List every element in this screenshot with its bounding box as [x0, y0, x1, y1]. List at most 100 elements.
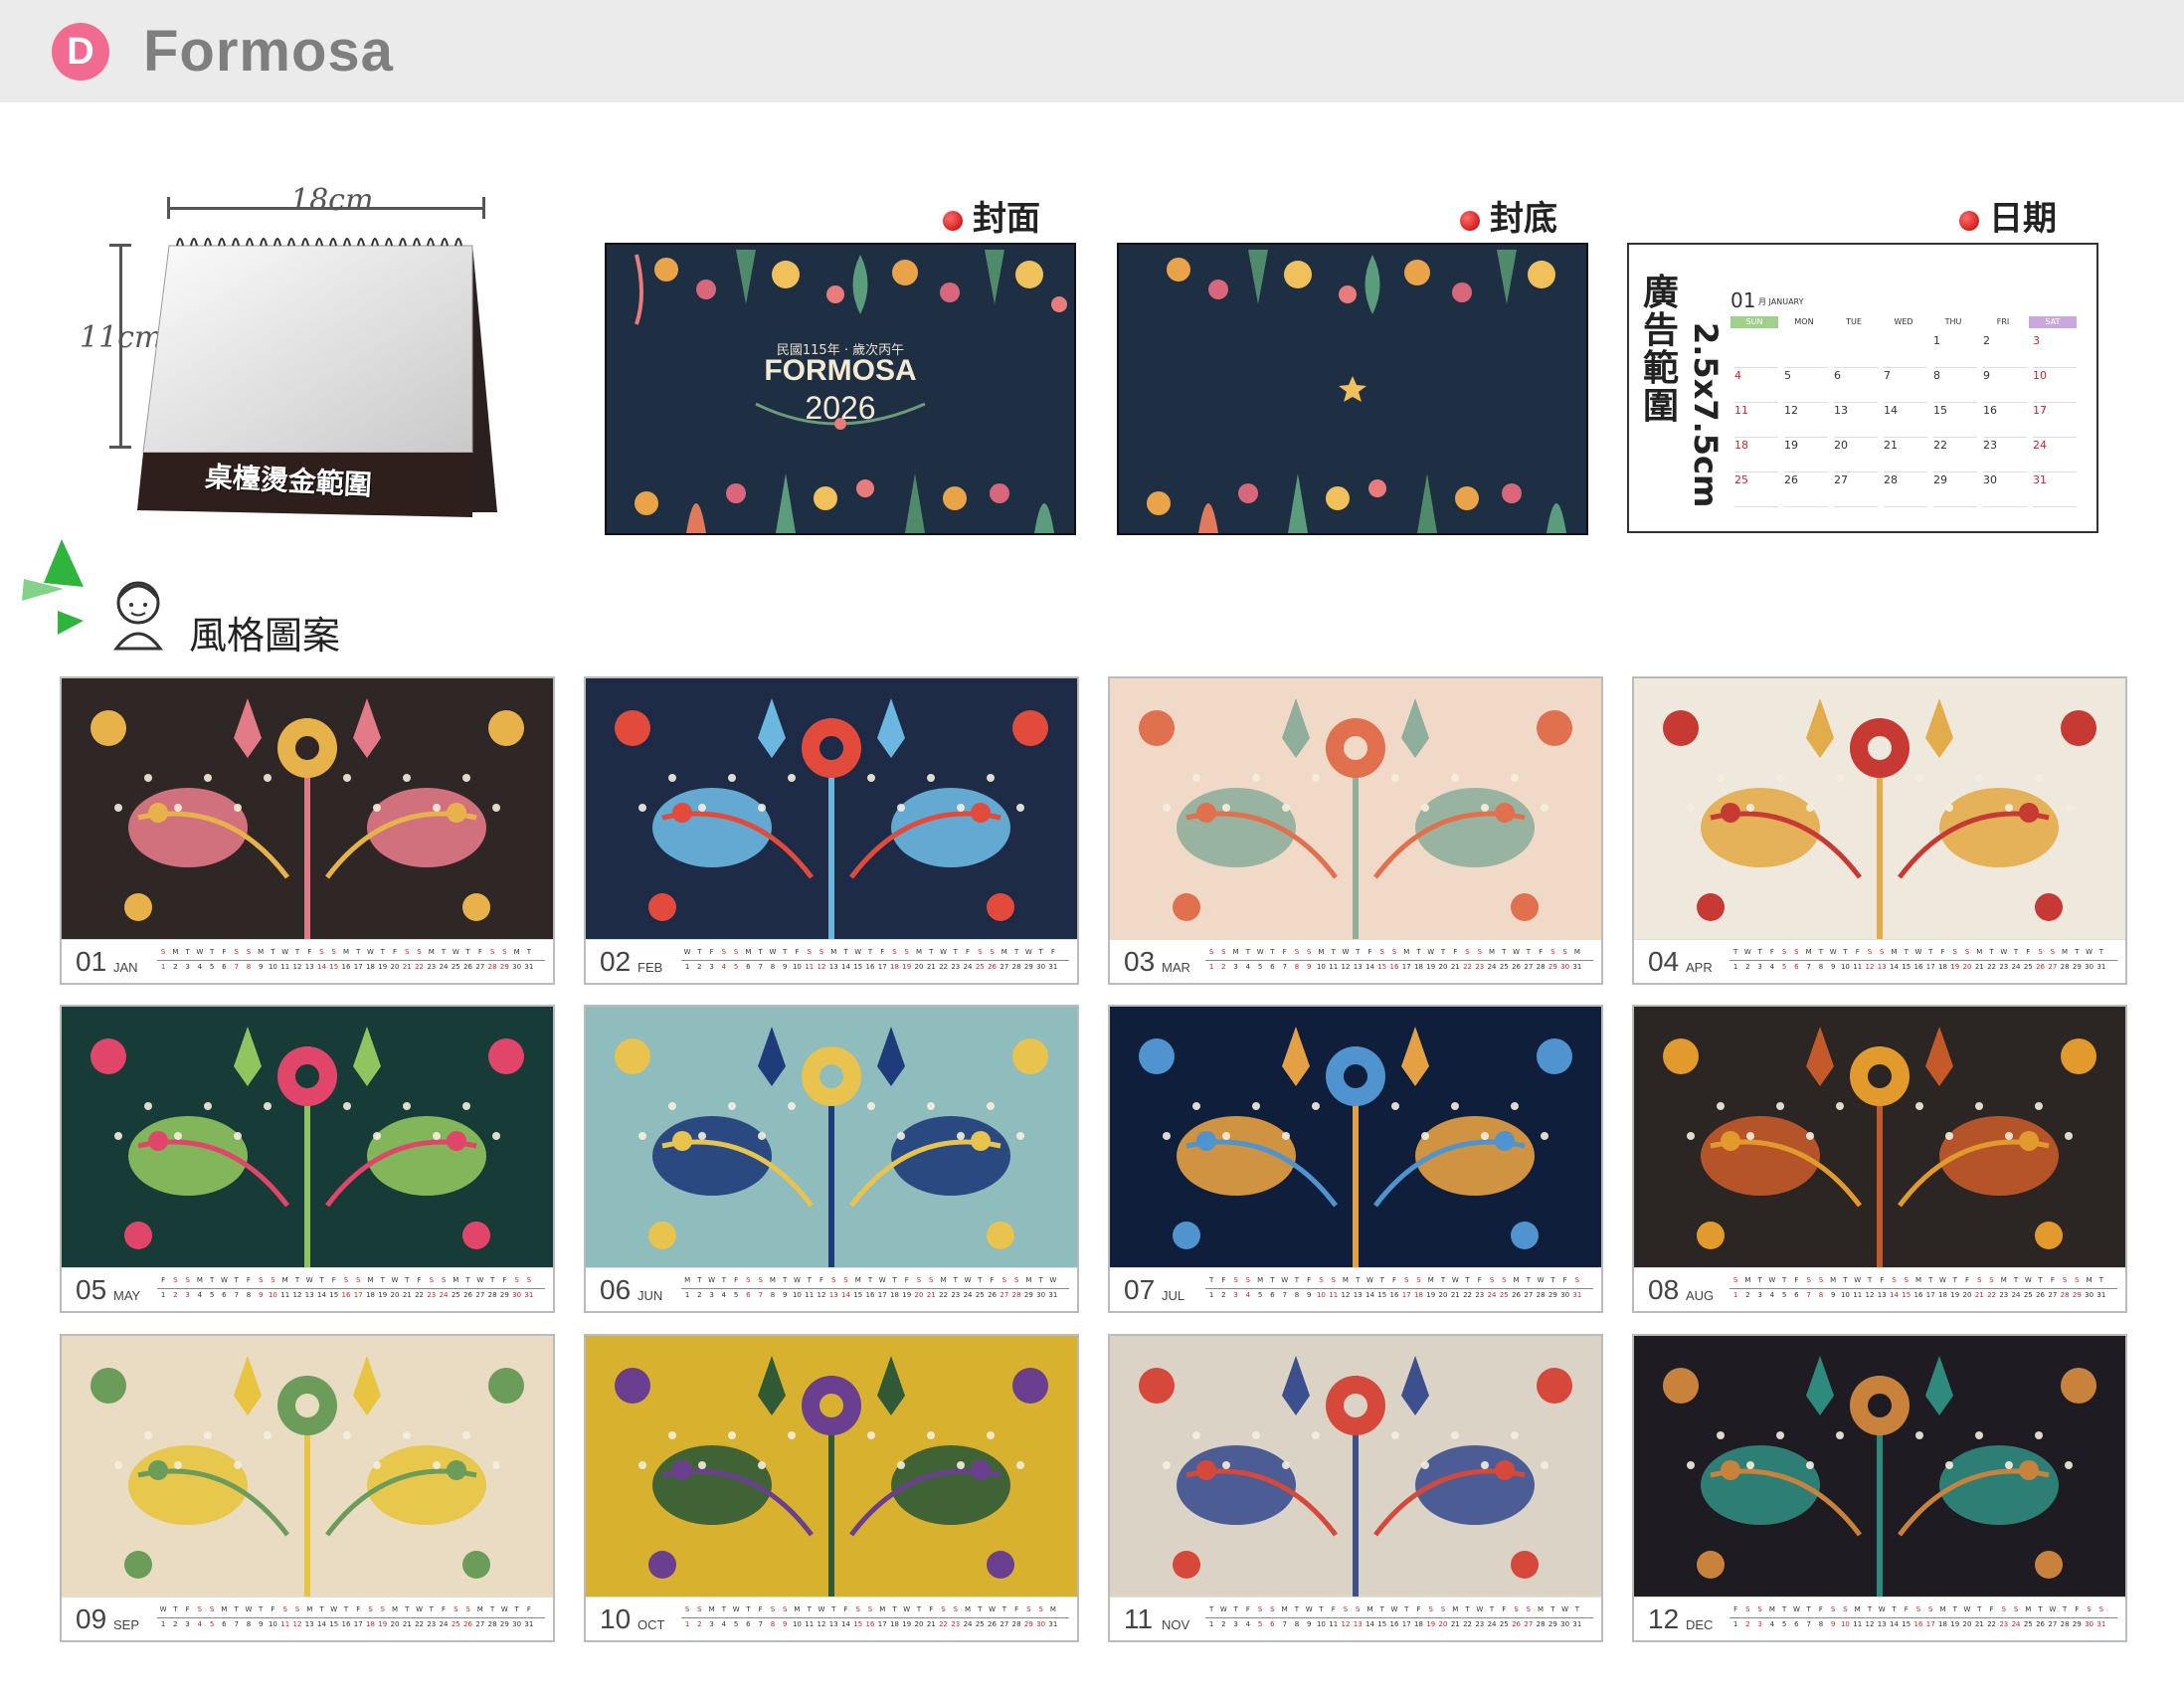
day-number: 12	[1865, 1291, 1875, 1299]
day-number: 26	[2036, 1620, 2046, 1628]
day-number: 25	[1499, 1620, 1509, 1628]
weekday-letter: T	[783, 948, 788, 956]
day-number: 9	[258, 1291, 264, 1299]
day-number: 22	[1987, 963, 1996, 971]
day-number: 4	[1769, 1291, 1775, 1299]
weekday-letter: S	[1477, 948, 1483, 956]
weekday-letter: W	[305, 1276, 313, 1284]
weekday-letter: F	[795, 948, 800, 956]
day-number: 13	[1877, 1291, 1887, 1299]
day-number: 4	[1769, 1620, 1775, 1628]
pattern-illustration	[1663, 1356, 2096, 1597]
month-card-may: 05 MAY F 1 S 2 S 3 M 4 T 5 W 6 T 7 F 8 S 9 S 10 M 11 T 12 W 13 T 14 F 1…	[60, 1005, 555, 1313]
date-cell: 8	[1933, 369, 1977, 403]
day-number: 18	[1414, 963, 1423, 971]
weekday-letter: T	[1782, 1605, 1787, 1613]
day-strip: F 1 S 2 S 3 M 4 T 5 W 6 T 7 F 8 S 9 S 10 M 11 T 12 W 13 T 14 F 15 S 16 S…	[1729, 1605, 2117, 1633]
weekday-letter: M	[196, 1276, 203, 1284]
weekday-letter: S	[246, 948, 252, 956]
weekday-letter: F	[1282, 948, 1287, 956]
day-number: 6	[1270, 1291, 1275, 1299]
weekday-letter: F	[1502, 1605, 1507, 1613]
weekday-letter: M	[1891, 948, 1898, 956]
weekday-letter: T	[807, 1605, 812, 1613]
day-number: 6	[746, 963, 751, 971]
day-number: 13	[1877, 1620, 1887, 1628]
weekday-letter: M	[1403, 948, 1410, 956]
pattern-illustration	[1139, 1027, 1572, 1267]
day-number: 12	[292, 1291, 302, 1299]
day-number: 14	[841, 1291, 850, 1299]
day-number: 15	[1377, 963, 1387, 971]
section-badge: D	[52, 23, 109, 81]
day-number: 10	[1316, 1620, 1326, 1628]
weekday-letter: W	[1768, 1276, 1776, 1284]
header-bar: D Formosa	[0, 0, 2184, 102]
date-cell: 29	[1933, 473, 1977, 507]
date-cell: 26	[1784, 473, 1828, 507]
day-number: 1	[684, 1620, 690, 1628]
day-number: 23	[951, 1291, 961, 1299]
style-heading: 風格圖案	[189, 614, 341, 658]
day-number: 17	[1925, 1291, 1935, 1299]
day-number: 28	[487, 1620, 497, 1628]
day-number: 20	[390, 963, 400, 971]
day-number: 9	[782, 963, 788, 971]
weekday-letter: W	[1792, 1605, 1800, 1613]
day-number: 13	[1353, 1291, 1363, 1299]
weekday-letter: S	[271, 1276, 275, 1284]
day-number: 9	[1830, 963, 1836, 971]
day-number: 14	[1890, 1291, 1899, 1299]
day-number: 30	[512, 1291, 522, 1299]
day-number: 9	[782, 1620, 788, 1628]
day-number: 30	[1560, 963, 1570, 971]
day-number: 10	[792, 1291, 802, 1299]
weekday-letter: T	[1416, 948, 1421, 956]
day-number: 19	[378, 1291, 388, 1299]
weekday-letter: F	[1245, 1605, 1250, 1613]
month-number: 05	[76, 1274, 107, 1305]
day-number: 10	[268, 1620, 277, 1628]
weekday-letter: F	[1989, 1605, 1994, 1613]
day-number: 26	[463, 1620, 473, 1628]
day-number: 29	[1547, 1620, 1557, 1628]
weekday-letter: S	[173, 1276, 178, 1284]
pattern-illustration	[1663, 1027, 2096, 1267]
weekday-letter: T	[721, 1276, 727, 1284]
weekday-letter: M	[1513, 1276, 1520, 1284]
weekday-letter: F	[393, 948, 398, 956]
day-number: 29	[1547, 963, 1557, 971]
weekday-letter: F	[966, 948, 971, 956]
day-number: 22	[939, 1291, 948, 1299]
month-card-nov: 11 NOV T 1 W 2 T 3 F 4 S 5 S 6 M 7 T 8 W 9 T 10 F 11 S 12 S 13 M 14 T 1…	[1108, 1334, 1603, 1642]
day-number: 31	[1048, 1291, 1058, 1299]
day-number: 11	[1853, 963, 1863, 971]
day-number: 22	[1987, 1291, 1996, 1299]
day-number: 16	[865, 1291, 875, 1299]
day-number: 30	[512, 1620, 522, 1628]
month-name: JAN	[113, 960, 138, 975]
day-number: 14	[1365, 963, 1374, 971]
weekday-letter: S	[1026, 1605, 1031, 1613]
day-number: 3	[185, 1620, 190, 1628]
weekday-letter: T	[1233, 1605, 1238, 1613]
weekday-letter: M	[1538, 1605, 1545, 1613]
day-number: 8	[770, 1620, 776, 1628]
weekday-letter: W	[159, 1605, 167, 1613]
weekday-letter: T	[1356, 948, 1361, 956]
day-number: 24	[1487, 1620, 1497, 1628]
date-heading-text: 日期	[1989, 199, 2057, 239]
day-number: 2	[1221, 1620, 1226, 1628]
weekday-letter: T	[1928, 1276, 1933, 1284]
day-number: 11	[805, 963, 815, 971]
weekday-letter: S	[1355, 1605, 1361, 1613]
weekday-letter: F	[1391, 1276, 1396, 1284]
date-cell: 7	[1884, 369, 1927, 403]
day-number: 13	[304, 1620, 314, 1628]
day-number: 1	[160, 963, 166, 971]
day-number: 7	[758, 1291, 763, 1299]
day-number: 6	[1270, 963, 1275, 971]
weekday-letter: M	[342, 948, 349, 956]
day-number: 2	[1221, 963, 1226, 971]
day-number: 1	[160, 1620, 166, 1628]
